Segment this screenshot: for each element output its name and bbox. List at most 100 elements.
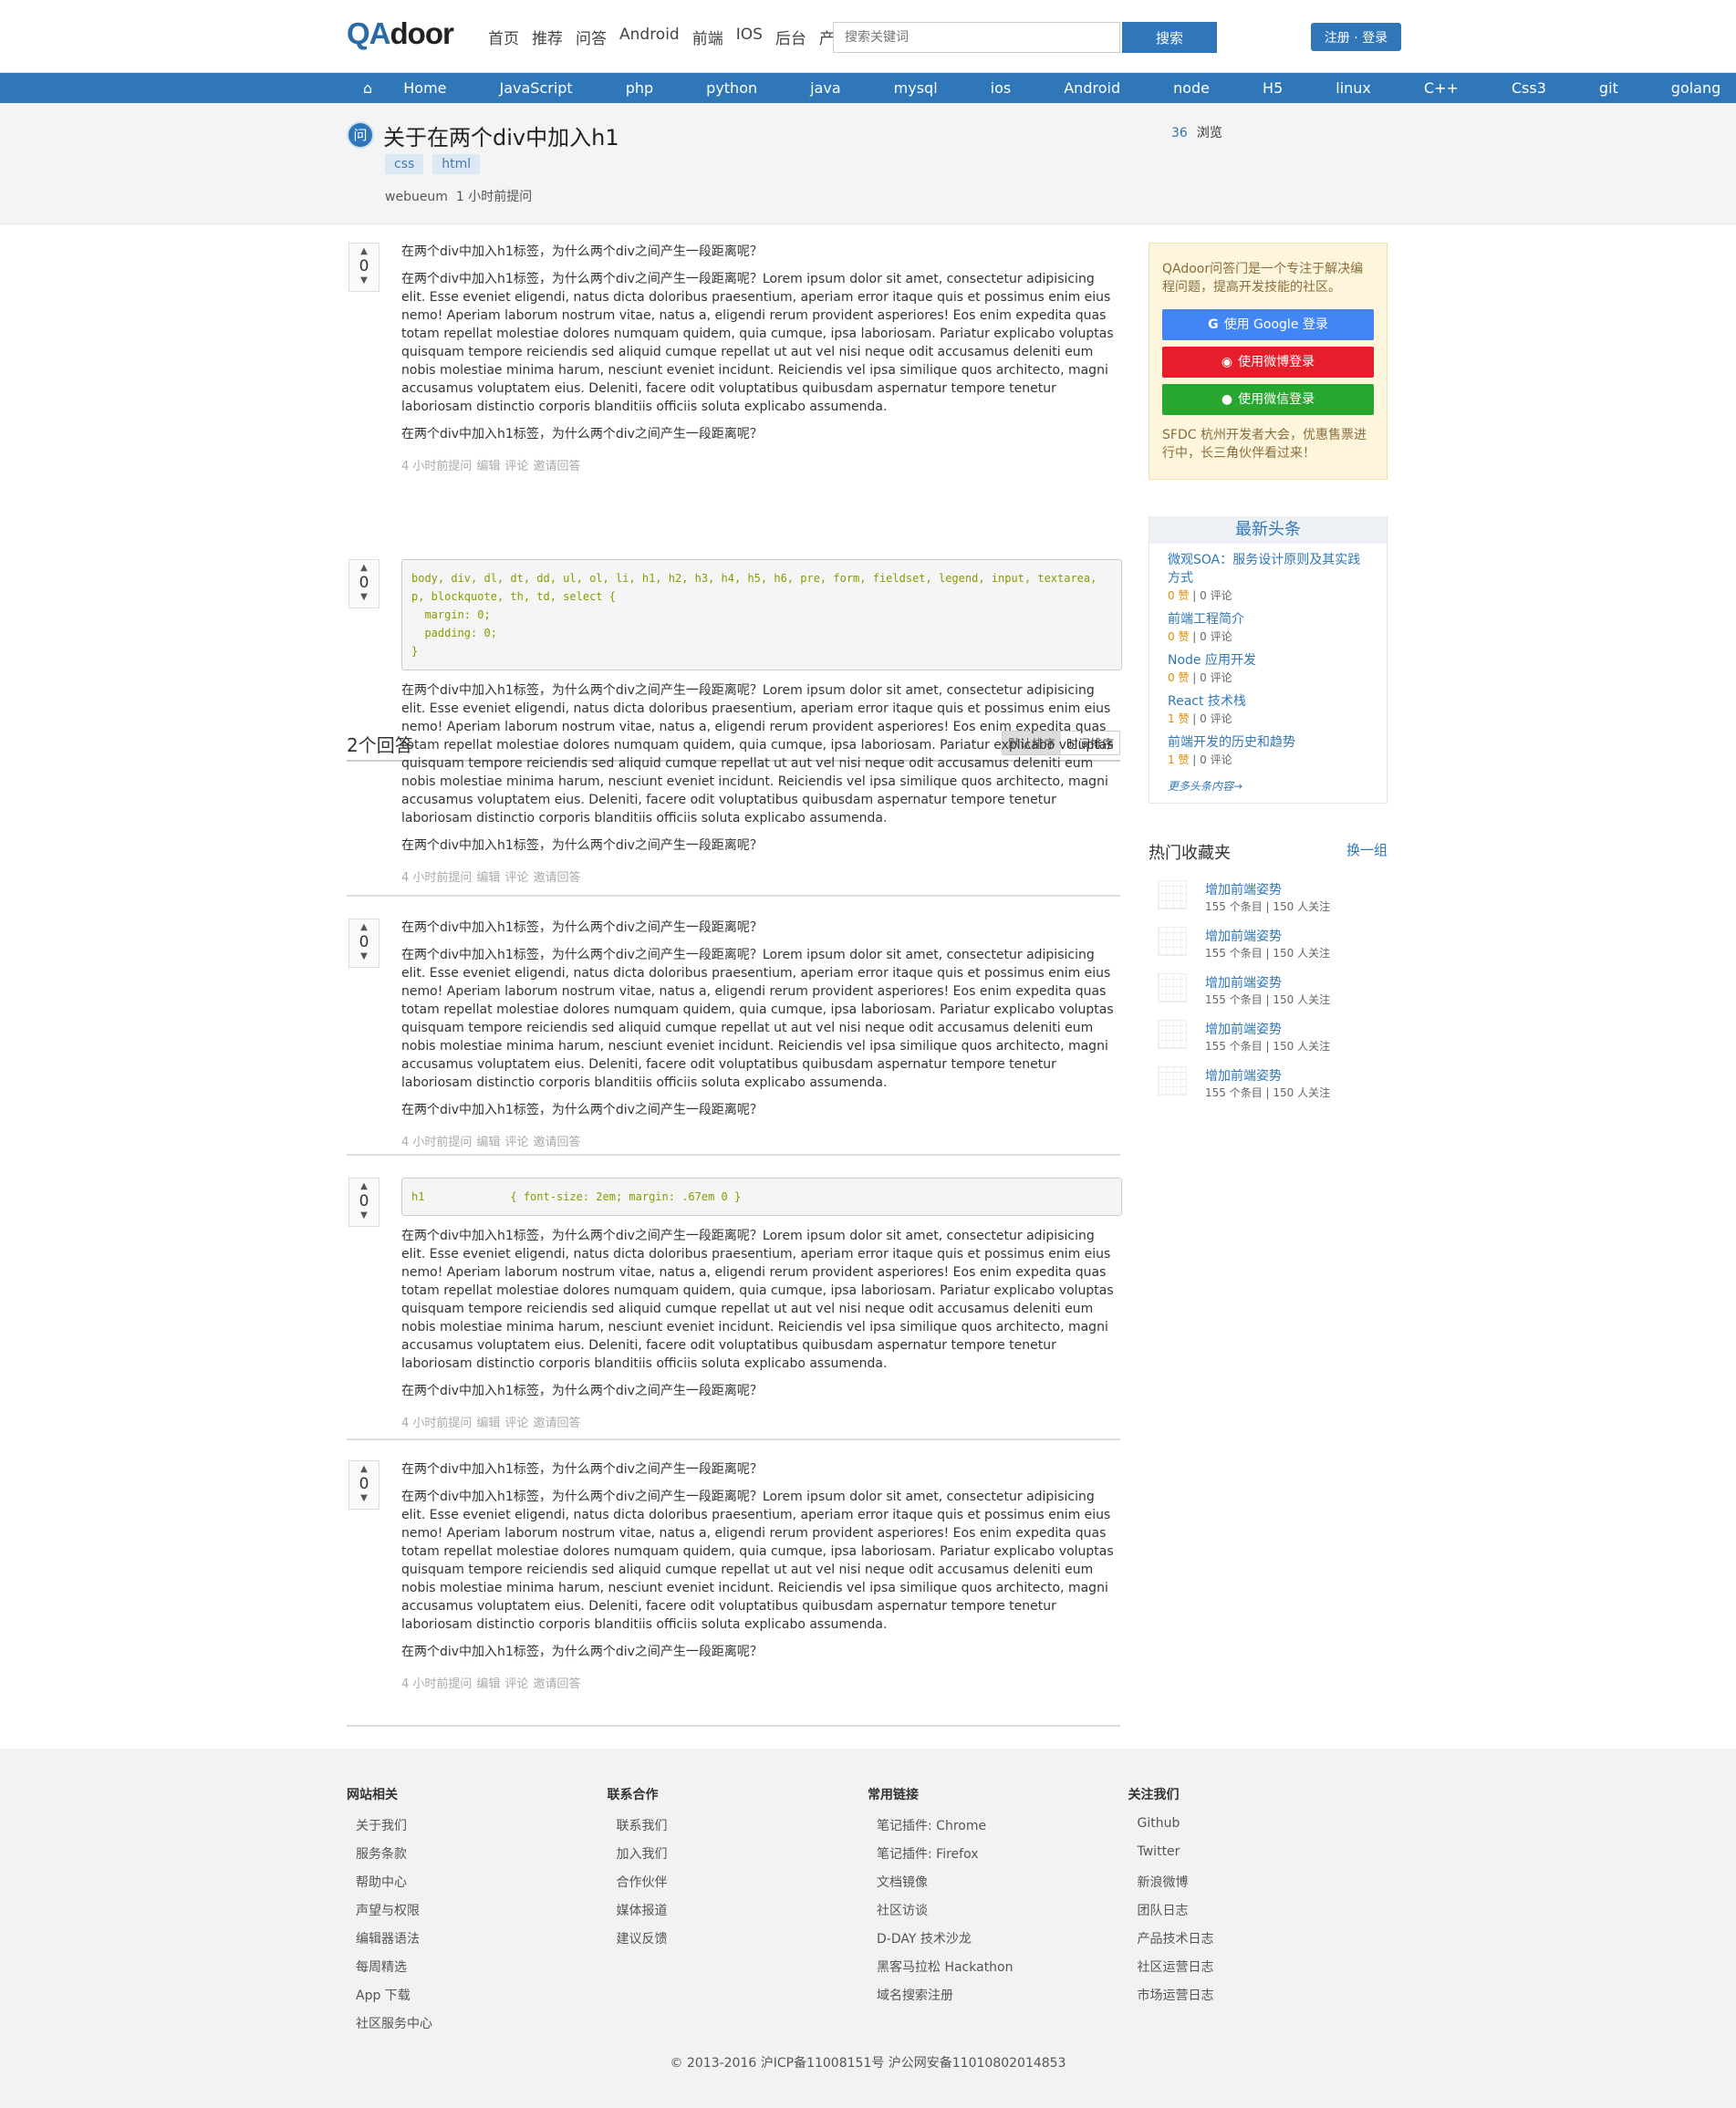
footer-link[interactable]: 团队日志 xyxy=(1138,1901,1389,1929)
footer-link[interactable]: Twitter xyxy=(1138,1844,1389,1873)
category-item[interactable]: golang xyxy=(1671,79,1736,97)
vote-down-icon[interactable]: ▼ xyxy=(349,591,379,606)
edit-link[interactable]: 编辑 xyxy=(476,1677,500,1691)
vote-up-icon[interactable]: ▲ xyxy=(349,919,379,934)
comment-link[interactable]: 评论 xyxy=(504,460,528,473)
category-item[interactable]: java xyxy=(810,79,868,97)
footer-link[interactable]: 新浪微博 xyxy=(1138,1873,1389,1901)
vote-up-icon[interactable]: ▲ xyxy=(349,1461,379,1476)
register-login-button[interactable]: 注册 · 登录 xyxy=(1311,23,1401,51)
invite-answer-link[interactable]: 邀请回答 xyxy=(533,1417,580,1430)
top-nav-item[interactable]: 问答 xyxy=(576,26,607,48)
change-group-link[interactable]: 换一组 xyxy=(1346,840,1388,864)
news-title-link[interactable]: 前端工程简介 xyxy=(1168,610,1368,628)
category-item[interactable]: python xyxy=(706,79,784,97)
favorite-title-link[interactable]: 增加前端姿势 xyxy=(1205,927,1282,945)
footer-link[interactable]: 合作伙伴 xyxy=(617,1873,868,1901)
comment-link[interactable]: 评论 xyxy=(504,1677,528,1691)
footer-link[interactable]: 服务条款 xyxy=(356,1844,608,1873)
favorite-title-link[interactable]: 增加前端姿势 xyxy=(1205,973,1282,992)
footer-link[interactable]: 声望与权限 xyxy=(356,1901,608,1929)
vote-down-icon[interactable]: ▼ xyxy=(349,950,379,965)
comment-link[interactable]: 评论 xyxy=(504,871,528,885)
footer-link[interactable]: 媒体报道 xyxy=(617,1901,868,1929)
vote-up-icon[interactable]: ▲ xyxy=(349,560,379,575)
footer-link[interactable]: D-DAY 技术沙龙 xyxy=(877,1929,1128,1957)
invite-answer-link[interactable]: 邀请回答 xyxy=(533,1136,580,1149)
footer-link[interactable]: 加入我们 xyxy=(617,1844,868,1873)
invite-answer-link[interactable]: 邀请回答 xyxy=(533,1677,580,1691)
comment-link[interactable]: 评论 xyxy=(504,1136,528,1149)
top-nav-item[interactable]: 前端 xyxy=(692,26,723,48)
invite-answer-link[interactable]: 邀请回答 xyxy=(533,871,580,885)
edit-link[interactable]: 编辑 xyxy=(476,1136,500,1149)
footer-link[interactable]: 产品技术日志 xyxy=(1138,1929,1389,1957)
top-nav-item[interactable]: Android xyxy=(619,26,680,48)
edit-link[interactable]: 编辑 xyxy=(476,1417,500,1430)
favorite-title-link[interactable]: 增加前端姿势 xyxy=(1205,1066,1282,1085)
top-nav-item[interactable]: 首页 xyxy=(488,26,519,48)
stat-divider: | xyxy=(1189,712,1201,725)
vote-up-icon[interactable]: ▲ xyxy=(349,1179,379,1193)
tag-css[interactable]: css xyxy=(385,154,424,174)
news-title-link[interactable]: Node 应用开发 xyxy=(1168,651,1368,670)
footer-link[interactable]: 编辑器语法 xyxy=(356,1929,608,1957)
footer-link[interactable]: 社区运营日志 xyxy=(1138,1957,1389,1986)
category-item[interactable]: php xyxy=(626,79,680,97)
favorite-title-link[interactable]: 增加前端姿势 xyxy=(1205,880,1282,898)
footer-link[interactable]: 笔记插件: Chrome xyxy=(877,1816,1128,1844)
author-link[interactable]: webueum xyxy=(385,190,448,204)
search-button[interactable]: 搜索 xyxy=(1122,22,1217,53)
footer-link[interactable]: 建议反馈 xyxy=(617,1929,868,1957)
category-item[interactable]: ⌂ Home xyxy=(363,79,473,97)
category-item[interactable]: C++ xyxy=(1424,79,1485,97)
question-line: 在两个div中加入h1标签，为什么两个div之间产生一段距离呢？ xyxy=(401,427,763,441)
vote-down-icon[interactable]: ▼ xyxy=(349,275,379,289)
footer-link[interactable]: App 下载 xyxy=(356,1986,608,2014)
category-item[interactable]: git xyxy=(1599,79,1645,97)
footer-link[interactable]: 文档镜像 xyxy=(877,1873,1128,1901)
favorite-title-link[interactable]: 增加前端姿势 xyxy=(1205,1020,1282,1038)
category-item[interactable]: Android xyxy=(1064,79,1147,97)
edit-link[interactable]: 编辑 xyxy=(476,871,500,885)
invite-answer-link[interactable]: 邀请回答 xyxy=(533,460,580,473)
vote-up-icon[interactable]: ▲ xyxy=(349,244,379,258)
category-item[interactable]: JavaScript xyxy=(500,79,599,97)
footer-link[interactable]: 帮助中心 xyxy=(356,1873,608,1901)
footer-link[interactable]: 关于我们 xyxy=(356,1816,608,1844)
promo-text[interactable]: SFDC 杭州开发者大会，优惠售票进行中，长三角伙伴看过来！ xyxy=(1162,426,1374,462)
vote-down-icon[interactable]: ▼ xyxy=(349,1210,379,1224)
site-logo[interactable]: QAdoor xyxy=(347,16,454,51)
news-title-link[interactable]: React 技术栈 xyxy=(1168,692,1368,711)
home-icon: ⌂ xyxy=(363,79,378,97)
footer-link[interactable]: 每周精选 xyxy=(356,1957,608,1986)
search-input[interactable] xyxy=(833,22,1120,53)
wechat-login-button[interactable]: ● 使用微信登录 xyxy=(1162,384,1374,415)
top-nav-item[interactable]: IOS xyxy=(736,26,763,48)
category-item[interactable]: linux xyxy=(1336,79,1398,97)
footer-link[interactable]: Github xyxy=(1138,1816,1389,1844)
tag-html[interactable]: html xyxy=(432,154,481,174)
news-title-link[interactable]: 前端开发的历史和趋势 xyxy=(1168,733,1368,752)
category-item[interactable]: mysql xyxy=(894,79,964,97)
edit-link[interactable]: 编辑 xyxy=(476,460,500,473)
footer-link[interactable]: 联系我们 xyxy=(617,1816,868,1844)
news-title-link[interactable]: 微观SOA：服务设计原则及其实践方式 xyxy=(1168,551,1368,587)
vote-down-icon[interactable]: ▼ xyxy=(349,1492,379,1507)
weibo-login-button[interactable]: ◉ 使用微博登录 xyxy=(1162,347,1374,378)
news-more-link[interactable]: 更多头条内容→ xyxy=(1149,778,1387,799)
footer-link[interactable]: 社区访谈 xyxy=(877,1901,1128,1929)
category-item[interactable]: Css3 xyxy=(1512,79,1573,97)
comment-link[interactable]: 评论 xyxy=(504,1417,528,1430)
footer-link[interactable]: 黑客马拉松 Hackathon xyxy=(877,1957,1128,1986)
category-item[interactable]: ios xyxy=(991,79,1038,97)
top-nav-item[interactable]: 后台 xyxy=(775,26,806,48)
category-item[interactable]: node xyxy=(1173,79,1236,97)
footer-link[interactable]: 域名搜索注册 xyxy=(877,1986,1128,2014)
category-item[interactable]: H5 xyxy=(1263,79,1309,97)
footer-link[interactable]: 市场运营日志 xyxy=(1138,1986,1389,2014)
footer-link[interactable]: 笔记插件: Firefox xyxy=(877,1844,1128,1873)
footer-link[interactable]: 社区服务中心 xyxy=(356,2014,608,2042)
google-login-button[interactable]: G 使用 Google 登录 xyxy=(1162,309,1374,340)
top-nav-item[interactable]: 推荐 xyxy=(532,26,563,48)
